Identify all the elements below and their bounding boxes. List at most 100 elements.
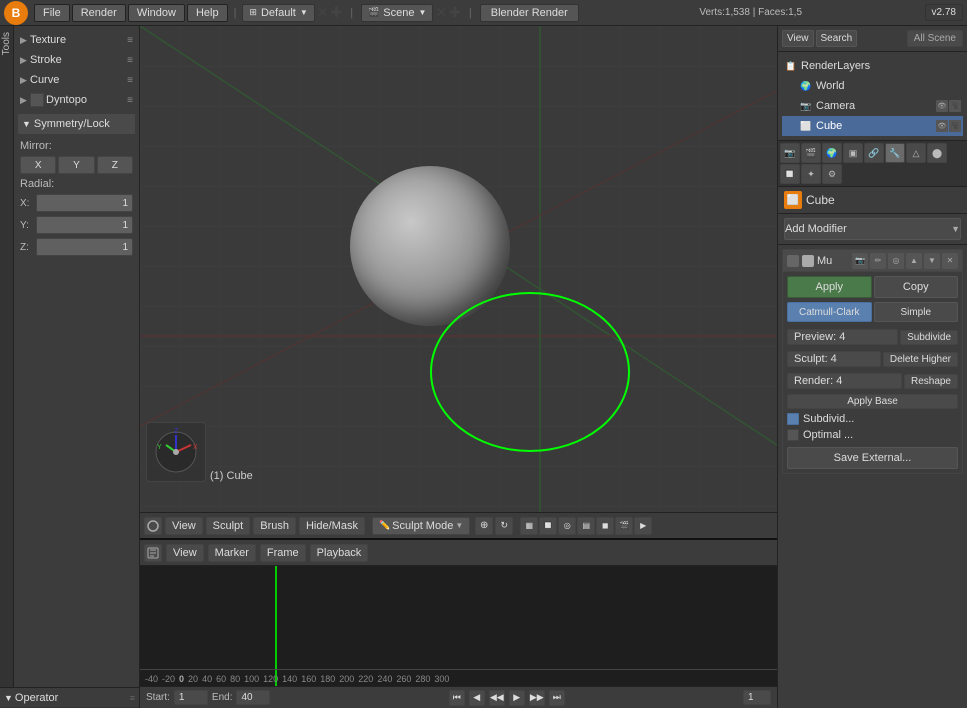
- mod-close-btn[interactable]: ✕: [942, 253, 958, 269]
- view-menu-btn[interactable]: View: [165, 517, 203, 535]
- tab-scene[interactable]: 🎬: [801, 143, 821, 163]
- tab-data[interactable]: △: [906, 143, 926, 163]
- apply-btn[interactable]: Apply: [787, 276, 872, 298]
- play-btn[interactable]: ▶: [509, 690, 525, 706]
- tab-object[interactable]: ▣: [843, 143, 863, 163]
- texture-tool[interactable]: ▶ Texture ≡: [18, 30, 135, 50]
- tl-marker-btn[interactable]: Marker: [208, 544, 256, 562]
- prev-frame-btn[interactable]: ◀: [469, 690, 485, 706]
- camera-render-icon[interactable]: 🎥: [949, 100, 961, 112]
- tl-frame-btn[interactable]: Frame: [260, 544, 306, 562]
- save-external-btn[interactable]: Save External...: [787, 447, 958, 469]
- next-frame-btn[interactable]: ▶▶: [529, 690, 545, 706]
- tab-material[interactable]: ⬤: [927, 143, 947, 163]
- mod-down-btn[interactable]: ▼: [924, 253, 940, 269]
- mod-edit-btn[interactable]: ✏: [870, 253, 886, 269]
- dyntopo-tool[interactable]: ▶ Dyntopo ≡: [18, 90, 135, 110]
- optimal-checkbox[interactable]: [787, 429, 799, 441]
- extra-toggle[interactable]: ◼: [596, 517, 614, 535]
- snap-toggle[interactable]: 🔲: [539, 517, 557, 535]
- tab-modifier[interactable]: 🔧: [885, 143, 905, 163]
- mod-expand-btn[interactable]: ▲: [906, 253, 922, 269]
- tab-constraints[interactable]: 🔗: [864, 143, 884, 163]
- global-local-toggle[interactable]: ⊕: [475, 517, 493, 535]
- brush-menu-btn[interactable]: Brush: [253, 517, 296, 535]
- viewport-icon[interactable]: [144, 517, 162, 535]
- subdivid-checkbox[interactable]: [787, 413, 799, 425]
- view-btn[interactable]: View: [782, 30, 814, 47]
- mod-cage-btn[interactable]: ◎: [888, 253, 904, 269]
- mirror-z-btn[interactable]: Z: [97, 156, 133, 174]
- timeline-icon[interactable]: [144, 544, 162, 562]
- subdivid-checkbox-row: Subdivid...: [783, 411, 962, 427]
- layout-select[interactable]: ⊞ Default ▼: [242, 4, 314, 22]
- curve-tool[interactable]: ▶ Curve ≡: [18, 70, 135, 90]
- render-engine-select[interactable]: Blender Render: [480, 4, 579, 22]
- skip-start-btn[interactable]: ⏮: [449, 690, 465, 706]
- tree-camera[interactable]: 📷 Camera 👁 🎥: [782, 96, 963, 116]
- tab-texture[interactable]: 🔲: [780, 164, 800, 184]
- left-scroll-area: Tools ▶ Texture ≡ ▶ Stroke ≡ ▶: [0, 26, 139, 687]
- tab-world[interactable]: 🌍: [822, 143, 842, 163]
- playhead[interactable]: [275, 566, 277, 686]
- mirror-y-btn[interactable]: Y: [58, 156, 94, 174]
- start-frame-input[interactable]: 1: [174, 690, 208, 705]
- current-frame-input[interactable]: 1: [743, 690, 771, 705]
- tree-renderlayers[interactable]: 📋 RenderLayers: [782, 56, 963, 76]
- search-btn[interactable]: Search: [816, 30, 858, 47]
- tree-cube[interactable]: ⬜ Cube 👁 🎥: [782, 116, 963, 136]
- reshape-btn[interactable]: Reshape: [904, 374, 958, 389]
- add-modifier-btn[interactable]: Add Modifier ▼: [784, 218, 961, 240]
- simple-tab[interactable]: Simple: [874, 302, 959, 322]
- stroke-tool[interactable]: ▶ Stroke ≡: [18, 50, 135, 70]
- proportional-toggle[interactable]: ◎: [558, 517, 576, 535]
- tl-num-240: 240: [377, 674, 392, 684]
- tl-playback-btn[interactable]: Playback: [310, 544, 369, 562]
- nav-gizmo[interactable]: X Y Z: [146, 422, 206, 482]
- scene-select[interactable]: 🎬 Scene ▼: [361, 4, 433, 22]
- grid-toggle[interactable]: ▦: [520, 517, 538, 535]
- tab-particles[interactable]: ✦: [801, 164, 821, 184]
- skip-end-btn[interactable]: ⏭: [549, 690, 565, 706]
- mod-visibility-toggle[interactable]: [787, 255, 799, 267]
- symmetry-header[interactable]: ▼ Symmetry/Lock: [18, 114, 135, 134]
- timeline-content[interactable]: -40 -20 0 20 40 60 80 100 120 140 160 18…: [140, 566, 777, 686]
- radial-x-field[interactable]: 1: [36, 194, 133, 212]
- subdivid-label: Subdivid...: [803, 413, 854, 425]
- apply-base-btn[interactable]: Apply Base: [787, 394, 958, 409]
- camera-eye-icon[interactable]: 👁: [936, 100, 948, 112]
- help-menu[interactable]: Help: [187, 4, 228, 22]
- view-button-1[interactable]: ↻: [495, 517, 513, 535]
- sculpt-menu-btn[interactable]: Sculpt: [206, 517, 251, 535]
- operator-header[interactable]: ▼ Operator ≡: [0, 688, 139, 708]
- catmull-clark-tab[interactable]: Catmull-Clark: [787, 302, 872, 322]
- tree-world[interactable]: 🌍 World: [782, 76, 963, 96]
- sculpt-mode-select[interactable]: ✏️ Sculpt Mode ▼: [372, 517, 470, 535]
- mirror-x-btn[interactable]: X: [20, 156, 56, 174]
- tl-view-btn[interactable]: View: [166, 544, 204, 562]
- blender-logo-icon[interactable]: B: [4, 1, 28, 25]
- dyntopo-checkbox[interactable]: [30, 93, 44, 107]
- onion-toggle[interactable]: ▤: [577, 517, 595, 535]
- file-menu[interactable]: File: [34, 4, 70, 22]
- cube-render-icon[interactable]: 🎥: [949, 120, 961, 132]
- render-menu[interactable]: Render: [72, 4, 126, 22]
- tab-render[interactable]: 📷: [780, 143, 800, 163]
- tab-physics[interactable]: ⚙: [822, 164, 842, 184]
- sculpt-row: Sculpt: 4 Delete Higher: [783, 348, 962, 370]
- delete-higher-btn[interactable]: Delete Higher: [883, 352, 958, 367]
- render-mode-btn[interactable]: 🎬: [615, 517, 633, 535]
- subdivide-btn[interactable]: Subdivide: [900, 330, 958, 345]
- anim-mode-btn[interactable]: ▶: [634, 517, 652, 535]
- cube-eye-icon[interactable]: 👁: [936, 120, 948, 132]
- end-frame-input[interactable]: 40: [236, 690, 270, 705]
- main-viewport[interactable]: User Ortho: [140, 26, 777, 512]
- hide-mask-menu-btn[interactable]: Hide/Mask: [299, 517, 365, 535]
- radial-y-field[interactable]: 1: [36, 216, 133, 234]
- mod-render-btn[interactable]: 📷: [852, 253, 868, 269]
- radial-z-field[interactable]: 1: [36, 238, 133, 256]
- window-menu[interactable]: Window: [128, 4, 185, 22]
- tools-tab[interactable]: Tools: [0, 26, 14, 61]
- play-reverse-btn[interactable]: ◀◀: [489, 690, 505, 706]
- copy-btn[interactable]: Copy: [874, 276, 959, 298]
